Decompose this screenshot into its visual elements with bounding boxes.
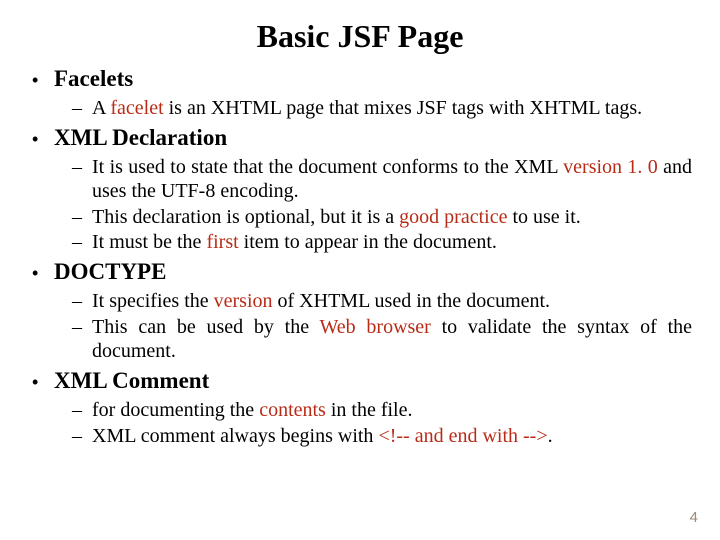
- section-heading: XML Comment: [54, 367, 209, 396]
- section-heading: XML Declaration: [54, 124, 227, 153]
- bullet-marker: •: [32, 128, 54, 151]
- dash-marker: –: [72, 230, 92, 254]
- section-xml-comment: • XML Comment – for documenting the cont…: [32, 367, 692, 448]
- text-pre: This can be used by the: [92, 316, 320, 338]
- section-heading: Facelets: [54, 65, 133, 94]
- list-item: – It is used to state that the document …: [72, 155, 692, 204]
- text-pre: It is used to state that the document co…: [92, 156, 563, 178]
- text-post: to use it.: [507, 206, 580, 228]
- bullet-marker: •: [32, 262, 54, 285]
- text-pre: for documenting the: [92, 399, 259, 421]
- section-xml-declaration: • XML Declaration – It is used to state …: [32, 124, 692, 254]
- text-post: item to appear in the document.: [239, 231, 497, 253]
- text-pre: It specifies the: [92, 290, 214, 312]
- text-highlight: facelet: [110, 97, 163, 119]
- text-post: of XHTML used in the document.: [273, 290, 551, 312]
- text-highlight: contents: [259, 399, 326, 421]
- list-item: – A facelet is an XHTML page that mixes …: [72, 96, 692, 120]
- text-highlight: first: [206, 231, 238, 253]
- dash-marker: –: [72, 96, 92, 120]
- slide-title: Basic JSF Page: [28, 18, 692, 55]
- text-highlight: Web browser: [320, 316, 431, 338]
- text-highlight: <!-- and end with -->: [378, 425, 547, 447]
- content-list: • Facelets – A facelet is an XHTML page …: [28, 65, 692, 448]
- dash-marker: –: [72, 205, 92, 229]
- text-post: .: [548, 425, 553, 447]
- text-post: in the file.: [326, 399, 413, 421]
- text-highlight: good practice: [399, 206, 507, 228]
- text-highlight: version 1. 0: [563, 156, 658, 178]
- bullet-marker: •: [32, 371, 54, 394]
- dash-marker: –: [72, 398, 92, 422]
- list-item: – It must be the first item to appear in…: [72, 230, 692, 254]
- text-pre: XML comment always begins with: [92, 425, 378, 447]
- dash-marker: –: [72, 315, 92, 339]
- section-facelets: • Facelets – A facelet is an XHTML page …: [32, 65, 692, 120]
- text-pre: It must be the: [92, 231, 206, 253]
- page-number: 4: [690, 509, 698, 526]
- list-item: – This declaration is optional, but it i…: [72, 205, 692, 229]
- list-item: – for documenting the contents in the fi…: [72, 398, 692, 422]
- text-pre: A: [92, 97, 110, 119]
- dash-marker: –: [72, 424, 92, 448]
- section-doctype: • DOCTYPE – It specifies the version of …: [32, 258, 692, 363]
- dash-marker: –: [72, 155, 92, 179]
- section-heading: DOCTYPE: [54, 258, 166, 287]
- list-item: – This can be used by the Web browser to…: [72, 315, 692, 364]
- list-item: – It specifies the version of XHTML used…: [72, 289, 692, 313]
- bullet-marker: •: [32, 69, 54, 92]
- list-item: – XML comment always begins with <!-- an…: [72, 424, 692, 448]
- text-highlight: version: [214, 290, 273, 312]
- dash-marker: –: [72, 289, 92, 313]
- text-pre: This declaration is optional, but it is …: [92, 206, 399, 228]
- text-post: is an XHTML page that mixes JSF tags wit…: [164, 97, 642, 119]
